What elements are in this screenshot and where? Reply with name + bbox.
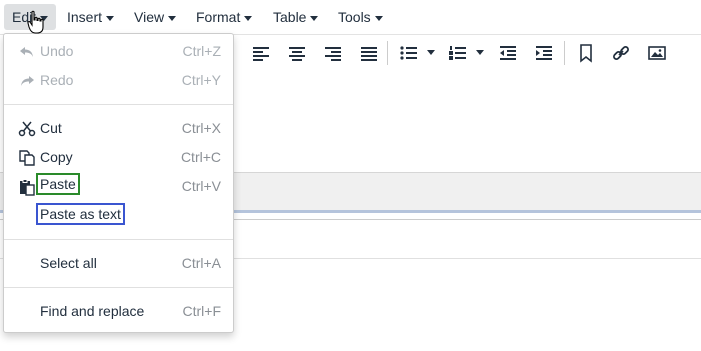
paste-icon (20, 179, 35, 196)
menu-item-label: Copy (40, 149, 73, 165)
menu-insert-label: Insert (67, 9, 103, 25)
menu-item-label: Redo (40, 72, 74, 88)
menu-separator (4, 104, 233, 105)
chevron-down-icon[interactable] (427, 50, 435, 55)
menu-item-label: Select all (40, 255, 97, 271)
align-left-icon[interactable] (251, 43, 271, 63)
edit-menu-dropdown: Undo Ctrl+Z Redo Ctrl+Y Cut Ctrl+X Copy … (3, 33, 234, 333)
menu-view[interactable]: View (134, 4, 177, 30)
menu-item-shortcut: Ctrl+Y (181, 72, 221, 88)
menu-item-label-highlighted: Paste as text (36, 203, 125, 225)
menu-item-undo[interactable]: Undo Ctrl+Z (4, 37, 233, 66)
menu-item-shortcut: Ctrl+C (180, 149, 221, 165)
menu-item-label: Find and replace (40, 303, 145, 319)
menu-item-paste-as-text[interactable]: Paste as text (4, 202, 233, 231)
bookmark-icon[interactable] (576, 43, 596, 63)
chevron-down-icon (106, 15, 115, 21)
menu-view-label: View (134, 9, 165, 25)
undo-icon (20, 47, 33, 57)
menu-table-label: Table (273, 9, 307, 25)
image-icon[interactable] (647, 43, 667, 63)
menu-item-find-and-replace[interactable]: Find and replace Ctrl+F (4, 297, 233, 326)
chevron-down-icon (244, 15, 253, 21)
menu-item-cut[interactable]: Cut Ctrl+X (4, 114, 233, 143)
menu-insert[interactable]: Insert (67, 4, 115, 30)
menu-item-shortcut: Ctrl+F (182, 303, 222, 319)
menu-tools[interactable]: Tools (338, 4, 383, 30)
menu-item-copy[interactable]: Copy Ctrl+C (4, 143, 233, 172)
toolbar-separator (387, 41, 388, 65)
menu-table[interactable]: Table (273, 4, 319, 30)
align-justify-icon[interactable] (359, 43, 379, 63)
menu-item-label: Cut (40, 120, 62, 136)
menu-format-label: Format (196, 9, 241, 25)
chevron-down-icon[interactable] (476, 50, 484, 55)
menu-item-label-highlighted: Paste (36, 173, 80, 195)
menu-tools-label: Tools (338, 9, 371, 25)
align-right-icon[interactable] (323, 43, 343, 63)
chevron-down-icon (168, 15, 177, 21)
outdent-icon[interactable] (498, 43, 518, 63)
menu-item-shortcut: Ctrl+Z (182, 43, 222, 59)
menu-format[interactable]: Format (196, 4, 253, 30)
copy-icon (19, 150, 35, 166)
numbered-list-icon[interactable] (448, 43, 468, 63)
indent-icon[interactable] (534, 43, 554, 63)
menubar: Edit Insert View Format Table Tools (0, 0, 701, 34)
menu-item-shortcut: Ctrl+V (181, 178, 221, 194)
menu-item-redo[interactable]: Redo Ctrl+Y (4, 66, 233, 95)
menu-separator (4, 287, 233, 288)
cut-icon (18, 121, 36, 137)
chevron-down-icon (374, 15, 383, 21)
menu-item-paste[interactable]: Paste Ctrl+V (4, 172, 233, 201)
menu-item-shortcut: Ctrl+X (181, 120, 221, 136)
paste-label: Paste (36, 173, 80, 195)
hand-cursor-icon (27, 10, 44, 34)
toolbar-separator (564, 41, 565, 65)
menu-item-label: Undo (40, 43, 74, 59)
link-icon[interactable] (611, 43, 631, 63)
menu-separator (4, 239, 233, 240)
align-center-icon[interactable] (287, 43, 307, 63)
bullet-list-icon[interactable] (399, 43, 419, 63)
menu-item-select-all[interactable]: Select all Ctrl+A (4, 249, 233, 278)
paste-as-text-label: Paste as text (36, 203, 125, 225)
menu-item-shortcut: Ctrl+A (181, 255, 221, 271)
chevron-down-icon (310, 15, 319, 21)
redo-icon (21, 76, 34, 86)
